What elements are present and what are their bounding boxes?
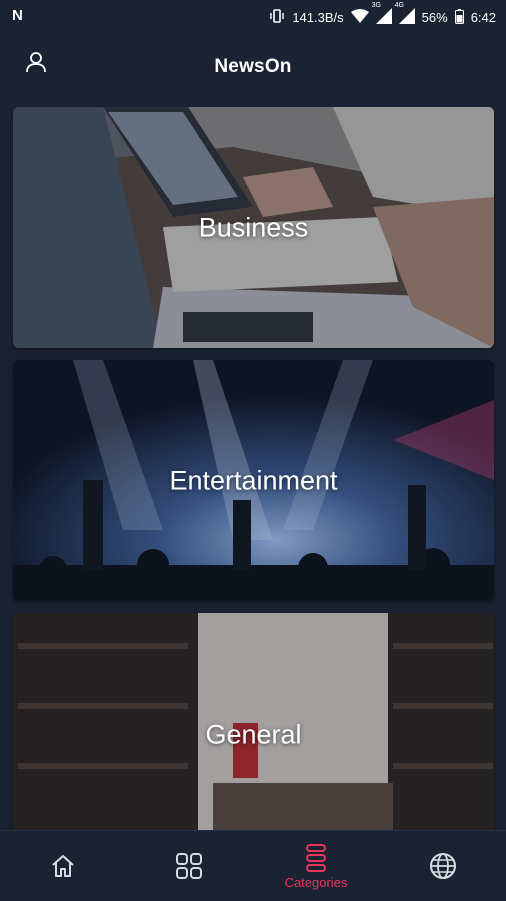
category-label: Entertainment (169, 465, 338, 495)
category-label: Business (198, 212, 309, 242)
page-title: NewsOn (214, 56, 292, 77)
battery-icon (454, 8, 464, 27)
status-bar: N 141.3B/s 3G 4G 56% 6:42 (0, 0, 506, 32)
globe-icon (430, 853, 456, 879)
category-card-entertainment[interactable]: Entertainment (13, 360, 494, 601)
nav-grid[interactable] (126, 831, 252, 901)
categories-icon (306, 843, 326, 872)
signal-4g-icon: 4G (395, 2, 415, 27)
nav-home[interactable] (0, 831, 126, 901)
home-icon (52, 855, 74, 877)
network-type-label-2: 4G (394, 2, 404, 9)
nav-globe[interactable] (380, 831, 506, 901)
vibrate-icon (269, 8, 285, 27)
signal-3g-icon: 3G (372, 2, 392, 27)
app-header: NewsOn (0, 32, 506, 102)
network-type-label: 3G (371, 2, 381, 9)
n-logo-icon: N (12, 7, 23, 24)
clock: 6:42 (470, 10, 496, 25)
network-speed: 141.3B/s (292, 10, 344, 25)
battery-percent: 56% (421, 10, 448, 25)
wifi-icon (350, 9, 369, 26)
grid-icon (176, 853, 202, 879)
nav-categories-label: Categories (284, 874, 348, 890)
category-card-general[interactable]: General (13, 613, 494, 835)
category-card-business[interactable]: Business (13, 107, 494, 348)
nav-categories[interactable]: Categories (253, 831, 379, 901)
category-label: General (205, 719, 302, 750)
category-list: Business Entertainment General (13, 107, 494, 835)
bottom-navigation: Categories (0, 830, 506, 901)
